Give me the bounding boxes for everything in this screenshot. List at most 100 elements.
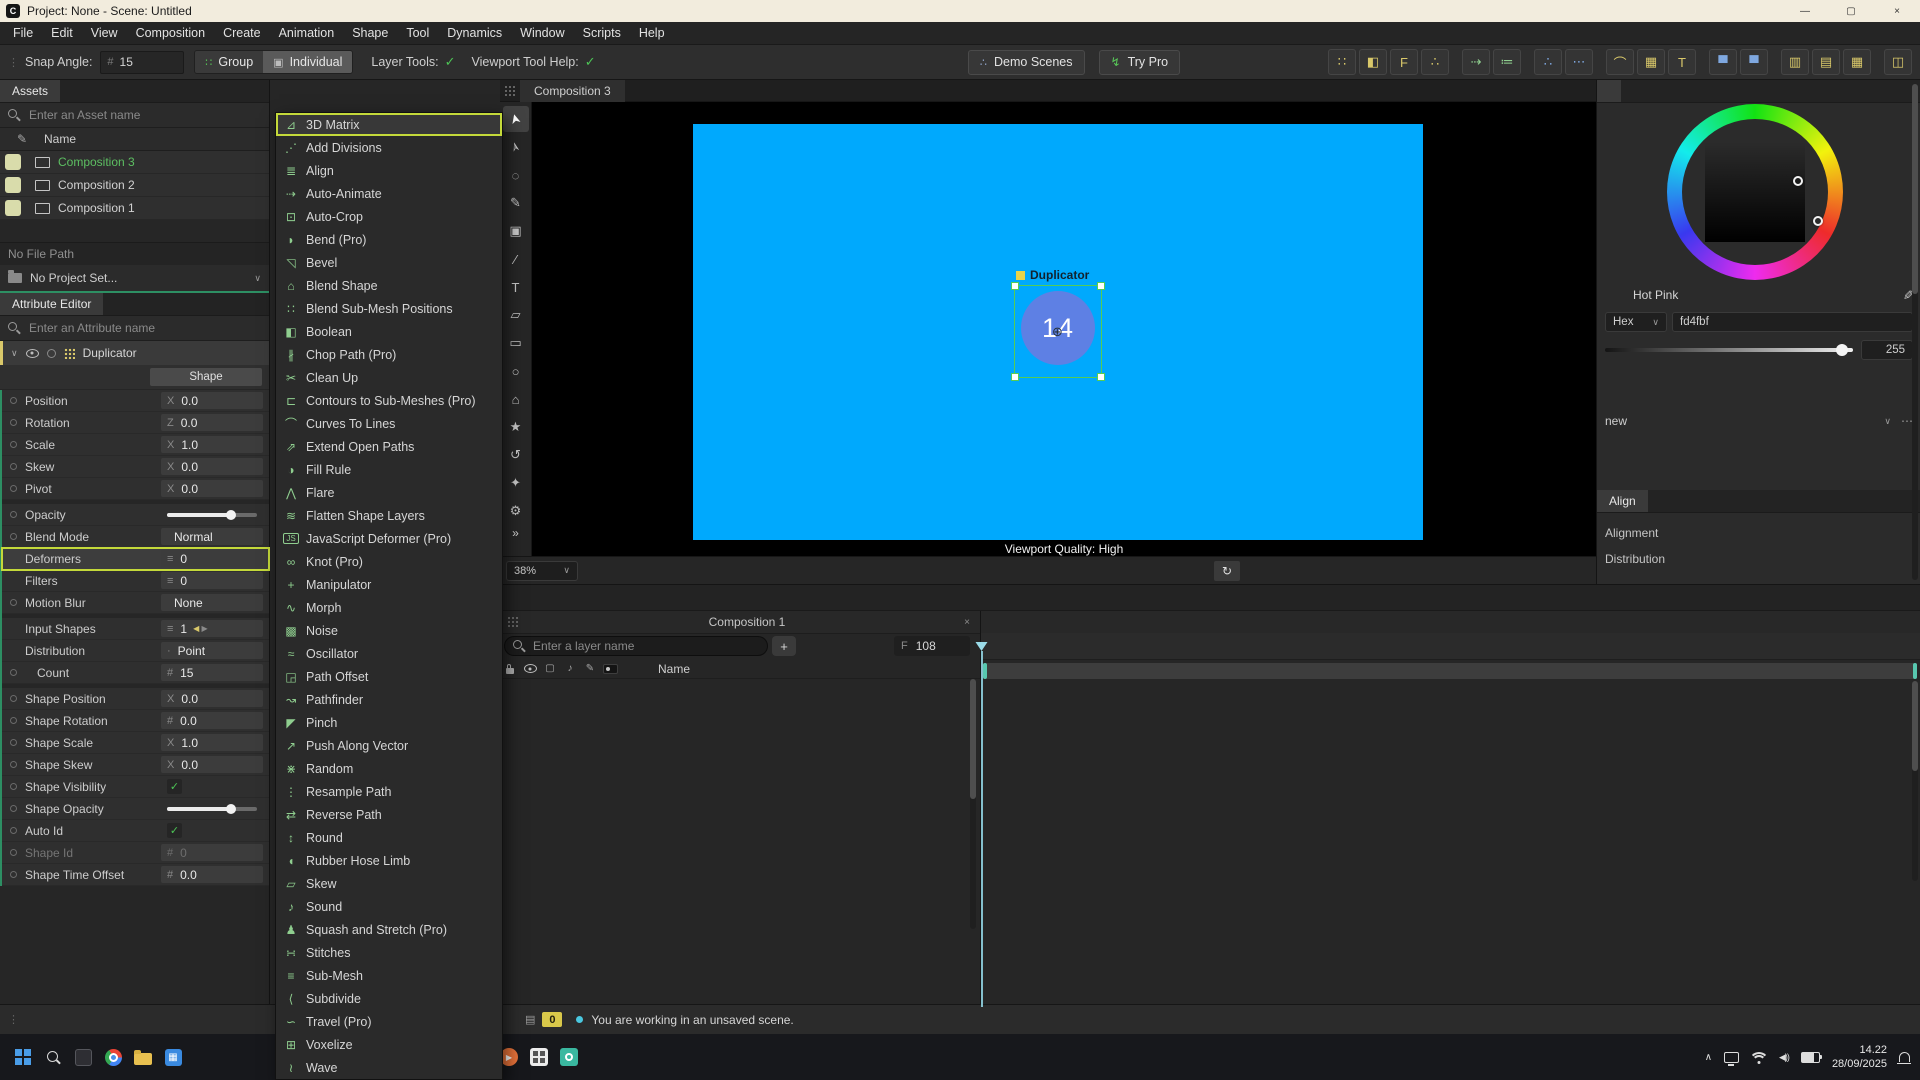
menu-item-pathfinder[interactable]: ↝Pathfinder bbox=[276, 688, 502, 711]
start-button[interactable] bbox=[8, 1039, 38, 1075]
scatter-icon[interactable]: ∴ bbox=[1421, 49, 1449, 75]
alpha-slider-knob[interactable] bbox=[1836, 344, 1848, 356]
zoom-level-select[interactable]: 38% ∨ bbox=[506, 561, 578, 581]
playhead-line[interactable] bbox=[981, 651, 983, 1007]
menu-item-knot-pro-[interactable]: ∞Knot (Pro) bbox=[276, 550, 502, 573]
menu-item-blend-sub-mesh-positions[interactable]: ∷Blend Sub-Mesh Positions bbox=[276, 297, 502, 320]
close-icon[interactable]: × bbox=[964, 617, 970, 628]
value-field[interactable]: #15 bbox=[161, 664, 263, 681]
toolstrip-expand-icon[interactable]: » bbox=[512, 526, 519, 540]
value-field[interactable]: ·Point bbox=[161, 642, 263, 659]
attr-row-shape-id[interactable]: Shape Id#0 bbox=[2, 842, 269, 864]
attr-row-scale[interactable]: ScaleX1.0 bbox=[2, 434, 269, 456]
value-field[interactable]: X1.0 bbox=[161, 734, 263, 751]
value-field[interactable]: Z0.0 bbox=[161, 414, 263, 431]
alpha-slider[interactable] bbox=[1605, 348, 1853, 352]
tab-add-layers[interactable] bbox=[1621, 80, 1645, 102]
attr-row-distribution[interactable]: Distribution·Point bbox=[2, 640, 269, 662]
menu-item-add-divisions[interactable]: ⋰Add Divisions bbox=[276, 136, 502, 159]
attr-row-filters[interactable]: Filters≡0 bbox=[2, 570, 269, 592]
asset-color-swatch[interactable] bbox=[5, 200, 21, 216]
menu-item-reverse-path[interactable]: ⇄Reverse Path bbox=[276, 803, 502, 826]
attr-row-count[interactable]: Count#15 bbox=[2, 662, 269, 684]
clock[interactable]: 14.22 28/09/2025 bbox=[1832, 1043, 1887, 1071]
minimize-button[interactable]: — bbox=[1782, 0, 1828, 22]
value-field[interactable]: X0.0 bbox=[161, 458, 263, 475]
menu-item-blend-shape[interactable]: ⌂Blend Shape bbox=[276, 274, 502, 297]
attr-row-blend-mode[interactable]: Blend ModeNormal bbox=[2, 526, 269, 548]
value-field[interactable]: #0.0 bbox=[161, 712, 263, 729]
layer-list-scrollbar[interactable] bbox=[970, 679, 976, 929]
value-field[interactable]: X0.0 bbox=[161, 690, 263, 707]
menu-item-pinch[interactable]: ◤Pinch bbox=[276, 711, 502, 734]
try-pro-button[interactable]: ↯ Try Pro bbox=[1099, 50, 1181, 75]
menu-item-voxelize[interactable]: ⊞Voxelize bbox=[276, 1033, 502, 1056]
asset-color-swatch[interactable] bbox=[5, 177, 21, 193]
terminal-app-icon[interactable] bbox=[68, 1039, 98, 1075]
hue-picker-dot[interactable] bbox=[1813, 216, 1823, 226]
attr-row-shape-rotation[interactable]: Shape Rotation#0.0 bbox=[2, 710, 269, 732]
attr-row-opacity[interactable]: Opacity bbox=[2, 504, 269, 526]
menu-item-sub-mesh[interactable]: ≡Sub-Mesh bbox=[276, 964, 502, 987]
attr-row-shape-position[interactable]: Shape PositionX0.0 bbox=[2, 688, 269, 710]
attr-row-shape-visibility[interactable]: Shape Visibility✓ bbox=[2, 776, 269, 798]
add-layer-button[interactable]: + bbox=[772, 636, 796, 656]
menu-item-morph[interactable]: ∿Morph bbox=[276, 596, 502, 619]
menu-help[interactable]: Help bbox=[630, 26, 674, 40]
menu-item-3d-matrix[interactable]: ⊿3D Matrix bbox=[276, 113, 502, 136]
taskbar-search-icon[interactable] bbox=[38, 1039, 68, 1075]
pen-tool[interactable]: ✎ bbox=[503, 190, 529, 216]
attribute-search-input[interactable] bbox=[27, 320, 261, 336]
layer-tools-check-icon[interactable]: ✓ bbox=[445, 54, 456, 70]
menu-item-flatten-shape-layers[interactable]: ≋Flatten Shape Layers bbox=[276, 504, 502, 527]
select-tool[interactable]: ➤ bbox=[503, 106, 529, 132]
attr-row-motion-blur[interactable]: Motion BlurNone bbox=[2, 592, 269, 614]
lasso-tool[interactable]: ◌ bbox=[503, 162, 529, 188]
camera-icon[interactable]: ◫ bbox=[1884, 49, 1912, 75]
menu-item-subdivide[interactable]: ⟨Subdivide bbox=[276, 987, 502, 1010]
value-field[interactable]: X1.0 bbox=[161, 436, 263, 453]
attr-row-shape-scale[interactable]: Shape ScaleX1.0 bbox=[2, 732, 269, 754]
attr-row-pivot[interactable]: PivotX0.0 bbox=[2, 478, 269, 500]
text-pin-icon[interactable]: T bbox=[1668, 49, 1696, 75]
menu-item-boolean[interactable]: ◧Boolean bbox=[276, 320, 502, 343]
columns-icon[interactable]: ▥ bbox=[1781, 49, 1809, 75]
swatch-group-row[interactable]: new ∨ ⋯ bbox=[1605, 414, 1913, 428]
value-field[interactable]: X0.0 bbox=[161, 480, 263, 497]
demo-scenes-button[interactable]: ∴ Demo Scenes bbox=[968, 50, 1085, 75]
pivot-point-icon[interactable]: ⊕ bbox=[1052, 324, 1063, 340]
current-frame-field[interactable]: F 108 bbox=[894, 636, 970, 656]
attribute-node-header[interactable]: ∨ Duplicator bbox=[0, 341, 269, 365]
selection-handle[interactable] bbox=[1097, 282, 1105, 290]
attr-row-rotation[interactable]: RotationZ0.0 bbox=[2, 412, 269, 434]
value-field[interactable]: Normal bbox=[161, 528, 263, 545]
scene-tab-composition-1[interactable]: Composition 1 × bbox=[514, 611, 980, 633]
hex-value-input[interactable]: fd4fbf bbox=[1672, 312, 1913, 332]
menu-item-resample-path[interactable]: ⋮Resample Path bbox=[276, 780, 502, 803]
menu-item-oscillator[interactable]: ≈Oscillator bbox=[276, 642, 502, 665]
menu-edit[interactable]: Edit bbox=[42, 26, 82, 40]
eyedropper-icon[interactable]: ✎ bbox=[0, 132, 44, 146]
asset-row[interactable]: Composition 1 bbox=[0, 197, 269, 220]
menu-create[interactable]: Create bbox=[214, 26, 270, 40]
warning-count-badge[interactable]: 0 bbox=[542, 1012, 562, 1027]
cluster-icon[interactable]: ∴ bbox=[1534, 49, 1562, 75]
table-icon[interactable]: ▦ bbox=[1637, 49, 1665, 75]
menu-item-travel-pro-[interactable]: ∽Travel (Pro) bbox=[276, 1010, 502, 1033]
menu-item-extend-open-paths[interactable]: ⇗Extend Open Paths bbox=[276, 435, 502, 458]
spiral-tool[interactable]: ↺ bbox=[503, 442, 529, 468]
checkbox-checked[interactable]: ✓ bbox=[167, 779, 182, 794]
value-field[interactable]: ≡1◀ ▶ bbox=[161, 620, 263, 637]
dots-row-icon[interactable]: ⋯ bbox=[1565, 49, 1593, 75]
menu-item-contours-to-sub-meshes-pro-[interactable]: ⊏Contours to Sub-Meshes (Pro) bbox=[276, 389, 502, 412]
attr-row-shape-skew[interactable]: Shape SkewX0.0 bbox=[2, 754, 269, 776]
tool-settings[interactable]: ⚙ bbox=[503, 498, 529, 524]
menu-item-javascript-deformer-pro-[interactable]: JSJavaScript Deformer (Pro) bbox=[276, 527, 502, 550]
rectangle-tool[interactable]: ▭ bbox=[503, 330, 529, 356]
star-tool[interactable]: ★ bbox=[503, 414, 529, 440]
attr-row-shape-opacity[interactable]: Shape Opacity bbox=[2, 798, 269, 820]
menu-tool[interactable]: Tool bbox=[397, 26, 438, 40]
text-tool[interactable]: T bbox=[503, 274, 529, 300]
value-field[interactable]: X0.0 bbox=[161, 392, 263, 409]
tab-assets[interactable]: Assets bbox=[0, 80, 60, 102]
